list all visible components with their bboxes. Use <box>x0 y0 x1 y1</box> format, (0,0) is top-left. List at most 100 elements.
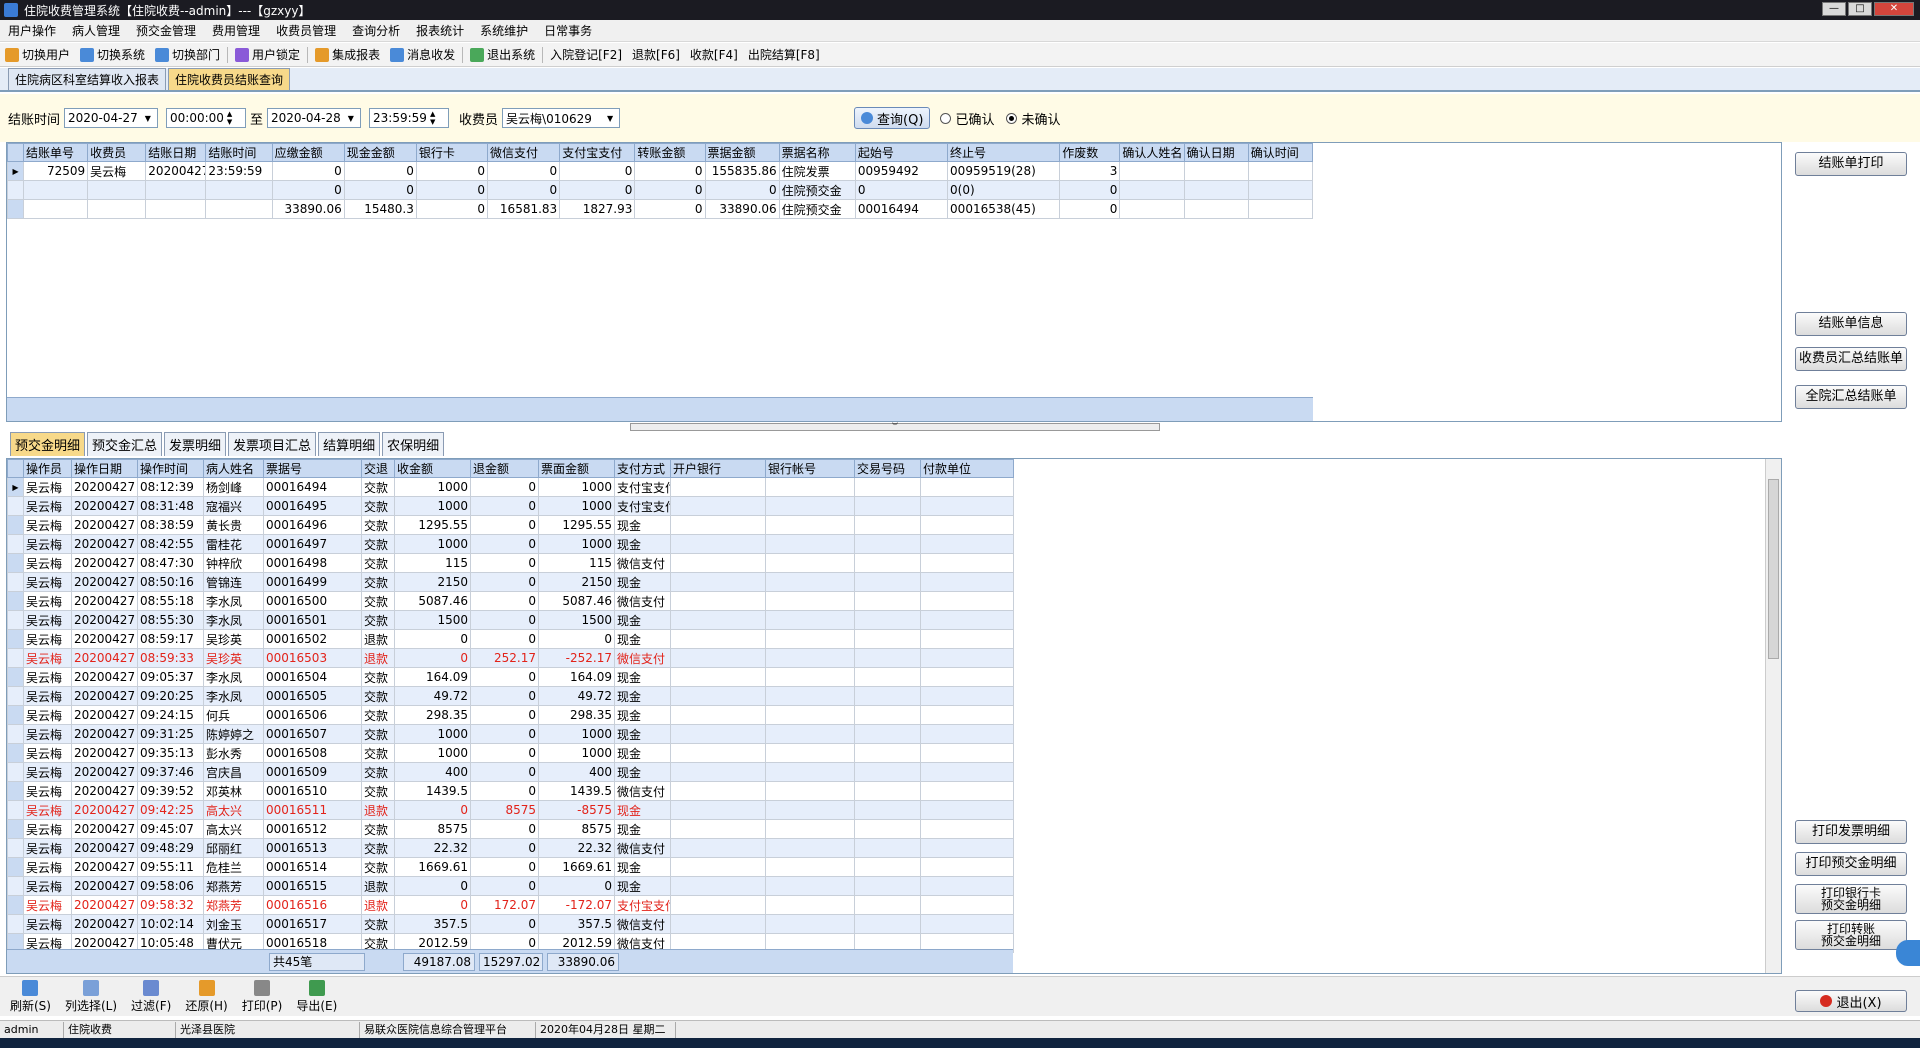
column-header[interactable]: 确认人姓名 <box>1119 143 1185 162</box>
lock-user-button[interactable]: 用户锁定 <box>230 46 305 63</box>
row-indicator[interactable] <box>7 914 24 934</box>
column-header[interactable]: 作废数 <box>1059 143 1121 162</box>
hospital-summary-button[interactable]: 全院汇总结账单 <box>1795 385 1907 409</box>
column-header[interactable]: 支付宝支付 <box>559 143 636 162</box>
menu-reports[interactable]: 报表统计 <box>408 22 472 39</box>
row-indicator[interactable] <box>7 648 24 668</box>
tab-settlement-detail[interactable]: 结算明细 <box>318 432 381 456</box>
column-select-button[interactable]: 列选择(L) <box>65 979 117 1014</box>
column-header[interactable]: 交易号码 <box>854 459 921 478</box>
menu-deposit[interactable]: 预交金管理 <box>128 22 204 39</box>
tab-rural-insurance-detail[interactable]: 农保明细 <box>382 432 445 456</box>
collect-button[interactable]: 收款[F4] <box>685 46 743 63</box>
print-invoice-detail-button[interactable]: 打印发票明细 <box>1795 820 1907 844</box>
tab-invoice-detail[interactable]: 发票明细 <box>164 432 227 456</box>
table-row[interactable]: 吴云梅 20200427 08:55:30 李水凤 00016501 交款 1500 0 150… <box>7 610 1014 630</box>
tab-cashier-settlement-query[interactable]: 住院收费员结账查询 <box>168 68 291 90</box>
end-date-picker[interactable]: 2020-04-28 ▼ <box>267 108 362 128</box>
print-button[interactable]: 打印(P) <box>242 979 282 1014</box>
column-header[interactable]: 支付方式 <box>614 459 671 478</box>
row-indicator[interactable] <box>7 876 24 896</box>
column-header[interactable]: 票据号 <box>263 459 362 478</box>
column-header[interactable]: 交退 <box>361 459 395 478</box>
row-indicator[interactable] <box>7 515 24 535</box>
row-indicator[interactable] <box>7 743 24 763</box>
table-row[interactable]: 吴云梅 20200427 08:38:59 黄长贵 00016496 交款 1295.55 0… <box>7 515 1014 535</box>
column-header[interactable]: 操作员 <box>23 459 72 478</box>
cashier-summary-button[interactable]: 收费员汇总结账单 <box>1795 347 1907 371</box>
table-row[interactable]: 吴云梅 20200427 09:24:15 何兵 00016506 交款 298.35 0 29… <box>7 705 1014 725</box>
minimize-button[interactable]: — <box>1822 2 1846 16</box>
column-header[interactable]: 结账单号 <box>23 143 89 162</box>
column-header[interactable]: 结账日期 <box>145 143 207 162</box>
column-header[interactable]: 银行卡 <box>415 143 489 162</box>
table-row[interactable]: 吴云梅 20200427 08:42:55 雷桂花 00016497 交款 1000 0 100… <box>7 534 1014 554</box>
table-row[interactable]: 吴云梅 20200427 09:48:29 邱丽红 00016513 交款 22.32 0 22… <box>7 838 1014 858</box>
table-row[interactable]: 吴云梅 20200427 08:47:30 钟梓欣 00016498 交款 115 0 115 微… <box>7 553 1014 573</box>
table-row[interactable]: ▶ 72509 吴云梅 20200427 23:59:59 0 0 0 0 0 0 155835.86… <box>7 161 1314 181</box>
row-indicator[interactable] <box>7 800 24 820</box>
table-row[interactable]: 吴云梅 20200427 09:35:13 彭水秀 00016508 交款 1000 0 100… <box>7 743 1014 763</box>
radio-unconfirmed[interactable]: 未确认 <box>1006 109 1060 128</box>
column-header[interactable]: 收金额 <box>394 459 471 478</box>
row-indicator[interactable] <box>7 496 24 516</box>
table-row[interactable]: 吴云梅 20200427 09:05:37 李水凤 00016504 交款 164.09 0 1… <box>7 667 1014 687</box>
column-header[interactable]: 票据金额 <box>704 143 780 162</box>
exit-button[interactable]: 退出(X) <box>1795 990 1907 1012</box>
column-header[interactable]: 票面金额 <box>538 459 615 478</box>
table-row[interactable]: 33890.06 15480.3 0 16581.83 1827.93 0 33890.06… <box>7 199 1314 219</box>
row-indicator[interactable] <box>7 705 24 725</box>
table-row[interactable]: 0 0 0 0 0 0 0 住院预交金 0 0(0) 0 <box>7 180 1314 200</box>
print-bankcard-deposit-button[interactable]: 打印银行卡 预交金明细 <box>1795 884 1907 914</box>
row-indicator[interactable] <box>7 629 24 649</box>
restore-button[interactable]: 还原(H) <box>185 979 228 1014</box>
row-indicator[interactable] <box>7 724 24 744</box>
splitter-handle[interactable]: ︾ <box>630 423 1160 431</box>
row-indicator[interactable] <box>7 895 24 915</box>
menu-user-ops[interactable]: 用户操作 <box>0 22 64 39</box>
table-row[interactable]: 吴云梅 20200427 10:02:14 刘金玉 00016517 交款 357.5 0 35… <box>7 914 1014 934</box>
column-header[interactable]: 票据名称 <box>778 143 856 162</box>
menu-daily[interactable]: 日常事务 <box>536 22 600 39</box>
filter-button[interactable]: 过滤(F) <box>131 979 171 1014</box>
print-deposit-detail-button[interactable]: 打印预交金明细 <box>1795 852 1907 876</box>
column-header[interactable]: 转账金额 <box>634 143 706 162</box>
row-indicator[interactable] <box>7 686 24 706</box>
column-header[interactable]: 退金额 <box>470 459 539 478</box>
vertical-scrollbar[interactable] <box>1765 459 1781 973</box>
admission-register-button[interactable]: 入院登记[F2] <box>545 46 627 63</box>
row-indicator[interactable] <box>7 781 24 801</box>
menu-cashier[interactable]: 收费员管理 <box>268 22 344 39</box>
switch-user-button[interactable]: 切换用户 <box>0 46 75 63</box>
table-row[interactable]: 吴云梅 20200427 08:59:17 吴珍英 00016502 退款 0 0 0 现金 <box>7 629 1014 649</box>
row-indicator[interactable] <box>7 667 24 687</box>
row-indicator[interactable]: ▶ <box>7 161 25 181</box>
column-header[interactable]: 开户银行 <box>670 459 766 478</box>
column-header[interactable]: 终止号 <box>947 143 1061 162</box>
row-indicator[interactable] <box>7 838 24 858</box>
remote-assist-icon[interactable] <box>1896 940 1920 966</box>
row-indicator[interactable] <box>7 610 24 630</box>
query-button[interactable]: 查询(Q) <box>854 107 931 129</box>
table-row[interactable]: 吴云梅 20200427 08:50:16 管锦连 00016499 交款 2150 0 215… <box>7 572 1014 592</box>
column-header[interactable]: 收费员 <box>87 143 147 162</box>
row-indicator[interactable] <box>7 819 24 839</box>
table-row[interactable]: 吴云梅 20200427 09:55:11 危桂兰 00016514 交款 1669.61 0… <box>7 857 1014 877</box>
tab-ward-income-report[interactable]: 住院病区科室结算收入报表 <box>8 68 167 90</box>
discharge-settlement-button[interactable]: 出院结算[F8] <box>743 46 825 63</box>
row-indicator[interactable] <box>7 857 24 877</box>
column-header[interactable]: 确认时间 <box>1247 143 1314 162</box>
refund-button[interactable]: 退款[F6] <box>627 46 685 63</box>
column-header[interactable]: 现金金额 <box>343 143 417 162</box>
table-row[interactable]: 吴云梅 20200427 08:59:33 吴珍英 00016503 退款 0 252.17-… <box>7 648 1014 668</box>
tab-deposit-summary[interactable]: 预交金汇总 <box>87 432 163 456</box>
table-row[interactable]: 吴云梅 20200427 09:58:32 郑燕芳 00016516 退款 0 172.07-… <box>7 895 1014 915</box>
menu-fees[interactable]: 费用管理 <box>204 22 268 39</box>
row-indicator[interactable] <box>7 553 24 573</box>
statement-info-button[interactable]: 结账单信息 <box>1795 312 1907 336</box>
column-header[interactable]: 操作时间 <box>137 459 204 478</box>
menu-query[interactable]: 查询分析 <box>344 22 408 39</box>
table-row[interactable]: ▶ 吴云梅 20200427 08:12:39 杨剑峰 00016494 交款 1000 0 10… <box>7 477 1014 497</box>
column-header[interactable]: 确认日期 <box>1183 143 1249 162</box>
switch-department-button[interactable]: 切换部门 <box>150 46 225 63</box>
